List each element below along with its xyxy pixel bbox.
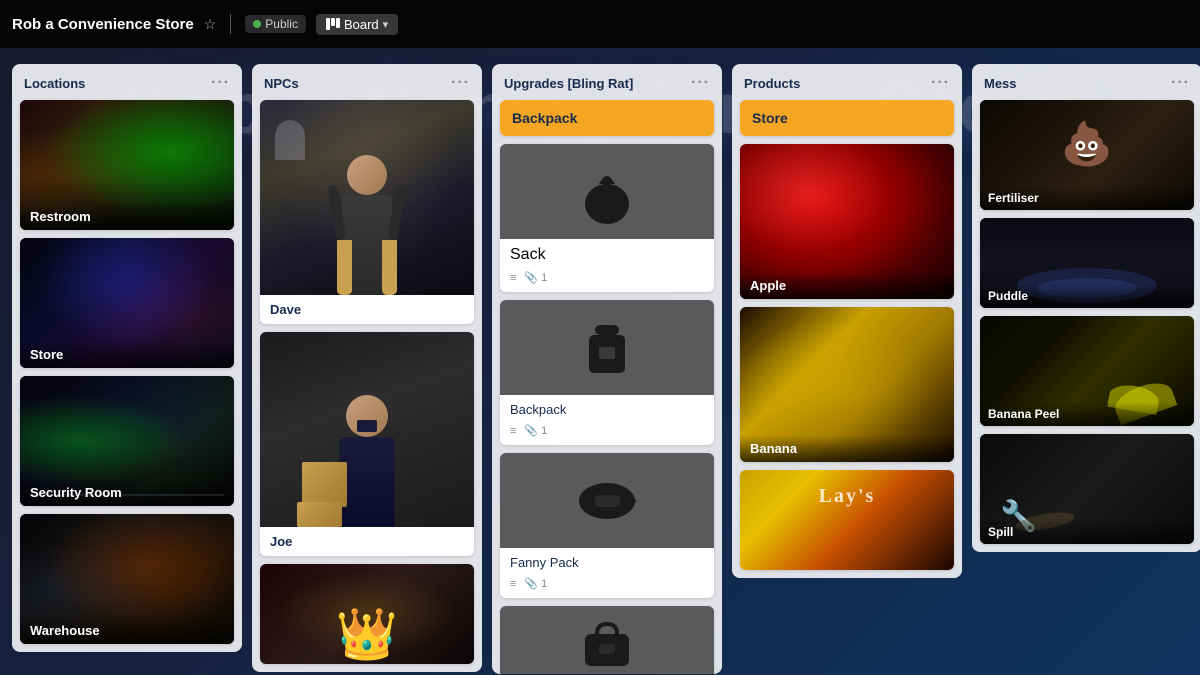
column-upgrades-menu[interactable]: ··· [691,74,710,92]
board-view-button[interactable]: Board ▾ [316,14,398,35]
visibility-label: Public [265,17,298,31]
card-backpack-attachment: 📎 1 [524,424,547,437]
backpack-icon [577,315,637,380]
card-spill[interactable]: 🔧 Spill [980,434,1194,544]
card-restroom[interactable]: Restroom [20,100,234,230]
card-security-room[interactable]: Security Room [20,376,234,506]
column-locations-menu[interactable]: ··· [211,74,230,92]
card-sack[interactable]: Sack ≡ 📎 1 [500,144,714,292]
sack-icon [577,159,637,224]
column-locations-title: Locations [24,76,85,91]
card-banana-label: Banana [740,435,954,462]
card-backpack-section[interactable]: Backpack [500,100,714,136]
card-fertiliser[interactable]: 💩 Fertiliser [980,100,1194,210]
column-npcs-header: NPCs ··· [252,64,482,100]
card-dave-image [260,100,474,295]
card-joe[interactable]: Joe [260,332,474,556]
card-puddle[interactable]: Puddle [980,218,1194,308]
fanny-pack-icon [575,473,640,528]
card-sack-label: Sack [500,239,714,267]
card-backpack-meta: ≡ 📎 1 [500,420,714,445]
card-fanny-pack-label: Fanny Pack [500,548,714,573]
card-store-label: Store [20,341,234,368]
column-upgrades-header: Upgrades [Bling Rat] ··· [492,64,722,100]
card-sack-image [500,144,714,239]
card-sack-meta: ≡ 📎 1 [500,267,714,292]
card-npc3-image: 👑 [260,564,474,664]
section-backpack-title: Backpack [500,100,714,136]
column-locations: Locations ··· Restroom Store [12,64,242,652]
card-warehouse[interactable]: Warehouse [20,514,234,644]
card-npc3[interactable]: 👑 [260,564,474,664]
visibility-dot [253,20,261,28]
column-products-menu[interactable]: ··· [931,74,950,92]
column-products-body: Store Apple Banana [732,100,962,578]
column-mess-title: Mess [984,76,1017,91]
card-sack-attachment: 📎 1 [524,271,547,284]
column-products: Products ··· Store Apple [732,64,962,578]
card-apple-label: Apple [740,272,954,299]
card-fanny-list-icon: ≡ [510,578,516,590]
card-fanny-pack-image [500,453,714,548]
card-joe-image [260,332,474,527]
section-store-title: Store [740,100,954,136]
card-handbag[interactable] [500,606,714,674]
card-joe-label: Joe [260,527,474,556]
card-banana-peel-label: Banana Peel [980,402,1194,426]
column-npcs-title: NPCs [264,76,299,91]
column-npcs-menu[interactable]: ··· [451,74,470,92]
board-chevron[interactable]: ▾ [383,18,389,31]
column-products-header: Products ··· [732,64,962,100]
column-products-title: Products [744,76,800,91]
card-dave[interactable]: Dave [260,100,474,324]
column-upgrades-title: Upgrades [Bling Rat] [504,76,633,91]
card-fanny-attachment: 📎 1 [524,577,547,590]
column-mess-body: 💩 Fertiliser Puddle [972,100,1200,552]
card-banana[interactable]: Banana [740,307,954,462]
board-title: Rob a Convenience Store [12,16,194,33]
star-button[interactable]: ☆ [204,16,217,33]
card-lays[interactable]: Lay's [740,470,954,570]
card-restroom-label: Restroom [20,203,234,230]
column-mess-header: Mess ··· [972,64,1200,100]
card-sack-list-icon: ≡ [510,272,516,284]
card-puddle-label: Puddle [980,284,1194,308]
card-warehouse-label: Warehouse [20,617,234,644]
card-handbag-image [500,606,714,674]
card-fanny-pack[interactable]: Fanny Pack ≡ 📎 1 [500,453,714,598]
card-store-section[interactable]: Store [740,100,954,136]
card-spill-label: Spill [980,520,1194,544]
card-apple[interactable]: Apple [740,144,954,299]
board-icon [326,18,340,30]
column-mess: Mess ··· 💩 Fertiliser Puddle [972,64,1200,552]
handbag-icon [577,616,637,671]
card-store[interactable]: Store [20,238,234,368]
column-upgrades-body: Backpack Sack ≡ 📎 1 [492,100,722,674]
column-locations-header: Locations ··· [12,64,242,100]
column-mess-menu[interactable]: ··· [1171,74,1190,92]
card-backpack[interactable]: Backpack ≡ 📎 1 [500,300,714,445]
card-dave-label: Dave [260,295,474,324]
visibility-badge[interactable]: Public [245,15,306,33]
column-locations-body: Restroom Store Security Room [12,100,242,652]
board-label: Board [344,17,379,32]
app-header: Rob a Convenience Store ☆ Public Board ▾ [0,0,1200,48]
board-container: Locations ··· Restroom Store [0,48,1200,675]
card-backpack-image [500,300,714,395]
card-fertiliser-label: Fertiliser [980,186,1194,210]
card-security-label: Security Room [20,479,234,506]
card-backpack-list-icon: ≡ [510,425,516,437]
header-divider [230,14,231,34]
card-backpack-label: Backpack [500,395,714,420]
card-banana-peel[interactable]: Banana Peel [980,316,1194,426]
column-upgrades: Upgrades [Bling Rat] ··· Backpack Sack [492,64,722,674]
column-npcs-body: Dave Joe [252,100,482,672]
column-npcs: NPCs ··· [252,64,482,672]
card-lays-image: Lay's [740,470,954,570]
card-fanny-pack-meta: ≡ 📎 1 [500,573,714,598]
